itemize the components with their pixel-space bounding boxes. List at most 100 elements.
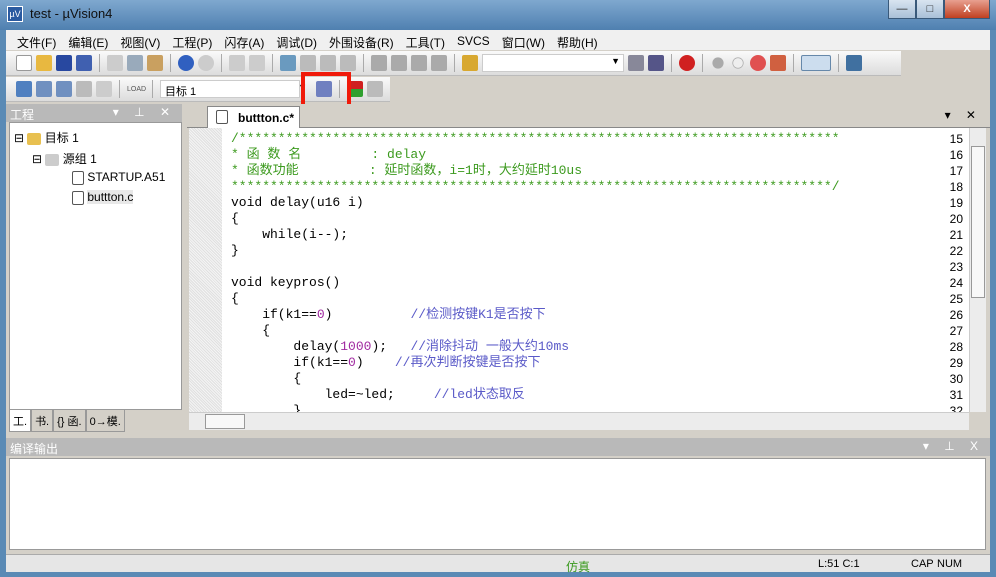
indent-icon[interactable] — [371, 55, 387, 71]
tree-file-startup[interactable]: STARTUP.A51 — [72, 170, 165, 185]
translate-icon[interactable] — [16, 81, 32, 97]
nav-back-icon[interactable] — [229, 55, 245, 71]
tree-source-group[interactable]: ⊟ 源组 1 — [32, 150, 97, 167]
code-line: if(k1==0) //检测按键K1是否按下 — [231, 307, 546, 323]
find-icon[interactable] — [628, 55, 644, 71]
comment-icon[interactable] — [411, 55, 427, 71]
menu-item[interactable]: 窗口(W) — [497, 30, 552, 50]
batch-build-icon[interactable] — [76, 81, 92, 97]
tree-file-button[interactable]: buttton.c — [72, 190, 133, 205]
line-number: 31 — [950, 388, 963, 402]
find-in-files-icon[interactable] — [462, 55, 478, 71]
incremental-find-icon[interactable] — [648, 55, 664, 71]
tree-target[interactable]: ⊟ 目标 1 — [14, 129, 79, 146]
menu-item[interactable]: SVCS — [452, 30, 497, 50]
editor-horizontal-scrollbar[interactable] — [189, 412, 969, 430]
disable-all-breakpoints-icon[interactable] — [750, 55, 766, 71]
output-panel-controls[interactable]: ▾ ⊥ X — [923, 439, 984, 453]
select-packs-icon[interactable] — [367, 81, 383, 97]
line-number: 26 — [950, 308, 963, 322]
code-line: while(i--); — [231, 227, 348, 243]
target-folder-icon — [27, 133, 41, 145]
line-number: 23 — [950, 260, 963, 274]
load-download-icon[interactable]: LOAD — [127, 86, 145, 93]
close-button[interactable]: X — [944, 0, 990, 19]
code-token: //再次判断按键是否按下 — [395, 355, 541, 370]
code-token: } — [231, 243, 239, 258]
menu-item[interactable]: 工具(T) — [401, 30, 452, 50]
line-number: 15 — [950, 132, 963, 146]
nav-forward-icon[interactable] — [249, 55, 265, 71]
project-tree: ⊟ 目标 1 ⊟ 源组 1 STARTUP.A51 buttton.c — [9, 122, 182, 410]
project-panel-title: 工程 — [10, 108, 34, 122]
maximize-button[interactable]: □ — [916, 0, 944, 19]
menu-item[interactable]: 闪存(A) — [219, 30, 271, 50]
build-output[interactable] — [9, 458, 986, 550]
file-icon — [72, 191, 84, 205]
cut-icon[interactable] — [107, 55, 123, 71]
prev-bookmark-icon[interactable] — [300, 55, 316, 71]
code-token: 1000 — [340, 339, 371, 354]
breakpoint-icon[interactable] — [712, 57, 723, 68]
unindent-icon[interactable] — [391, 55, 407, 71]
code-token: ) — [325, 307, 411, 322]
bookmark-icon[interactable] — [280, 55, 296, 71]
project-panel-controls[interactable]: ▾ ⊥ ✕ — [113, 105, 176, 119]
line-number: 19 — [950, 196, 963, 210]
status-cap: CAP — [911, 558, 934, 570]
menu-item[interactable]: 调试(D) — [271, 30, 324, 50]
build-icon[interactable] — [36, 81, 52, 97]
clear-bookmarks-icon[interactable] — [340, 55, 356, 71]
code-editor[interactable]: 15/*************************************… — [189, 128, 969, 412]
code-token: { — [231, 211, 239, 226]
code-token: } — [231, 403, 301, 412]
tab-project[interactable]: 工. — [9, 410, 31, 432]
tab-books[interactable]: 书. — [31, 410, 53, 432]
copy-icon[interactable] — [127, 55, 143, 71]
paste-icon[interactable] — [147, 55, 163, 71]
menu-item[interactable]: 文件(F) — [12, 30, 63, 50]
code-token: ****************************************… — [231, 179, 840, 194]
code-token: //消除抖动 一般大约10ms — [410, 339, 569, 354]
uncomment-icon[interactable] — [431, 55, 447, 71]
line-number: 17 — [950, 164, 963, 178]
kill-breakpoints-icon[interactable] — [770, 55, 786, 71]
window-layout-icon[interactable] — [801, 55, 831, 71]
new-file-icon[interactable] — [16, 55, 32, 71]
menu-item[interactable]: 外围设备(R) — [324, 30, 401, 50]
target-select[interactable]: 目标 1▼ — [160, 80, 300, 98]
menu-item[interactable]: 工程(P) — [167, 30, 219, 50]
line-number: 29 — [950, 356, 963, 370]
editor-vertical-scrollbar[interactable] — [969, 128, 986, 412]
line-number: 28 — [950, 340, 963, 354]
editor-controls[interactable]: ▾ ✕ — [945, 108, 982, 122]
open-folder-icon[interactable] — [36, 55, 52, 71]
undo-icon[interactable] — [178, 55, 194, 71]
tab-templates[interactable]: 0→模. — [86, 410, 125, 432]
tab-functions[interactable]: {} 函. — [53, 410, 85, 432]
code-line: * 函数功能 : 延时函数，i=1时，大约延时10us — [231, 163, 582, 179]
next-bookmark-icon[interactable] — [320, 55, 336, 71]
menu-item[interactable]: 帮助(H) — [552, 30, 605, 50]
output-panel-header: 编译输出 ▾ ⊥ X — [6, 438, 990, 456]
code-line: led=~led; //led状态取反 — [231, 387, 525, 403]
redo-icon[interactable] — [198, 55, 214, 71]
file-icon — [216, 110, 228, 124]
title-bar: µV test - µVision4 — □ X — [0, 0, 996, 30]
find-combo[interactable]: ▼ — [482, 54, 624, 72]
disable-breakpoint-icon[interactable] — [732, 57, 743, 68]
save-icon[interactable] — [56, 55, 72, 71]
stop-build-icon[interactable] — [96, 81, 112, 97]
code-token: //led状态取反 — [434, 387, 525, 402]
rebuild-icon[interactable] — [56, 81, 72, 97]
menu-item[interactable]: 编辑(E) — [63, 30, 115, 50]
minimize-button[interactable]: — — [888, 0, 916, 19]
menu-item[interactable]: 视图(V) — [115, 30, 167, 50]
line-number: 25 — [950, 292, 963, 306]
configure-icon[interactable] — [846, 55, 862, 71]
code-token: * 函 数 名 : delay — [231, 147, 426, 162]
debug-session-icon[interactable] — [679, 55, 695, 71]
tab-buttton-c[interactable]: buttton.c* — [207, 106, 300, 128]
save-all-icon[interactable] — [76, 55, 92, 71]
code-token: * 函数功能 : 延时函数，i=1时，大约延时10us — [231, 163, 582, 178]
